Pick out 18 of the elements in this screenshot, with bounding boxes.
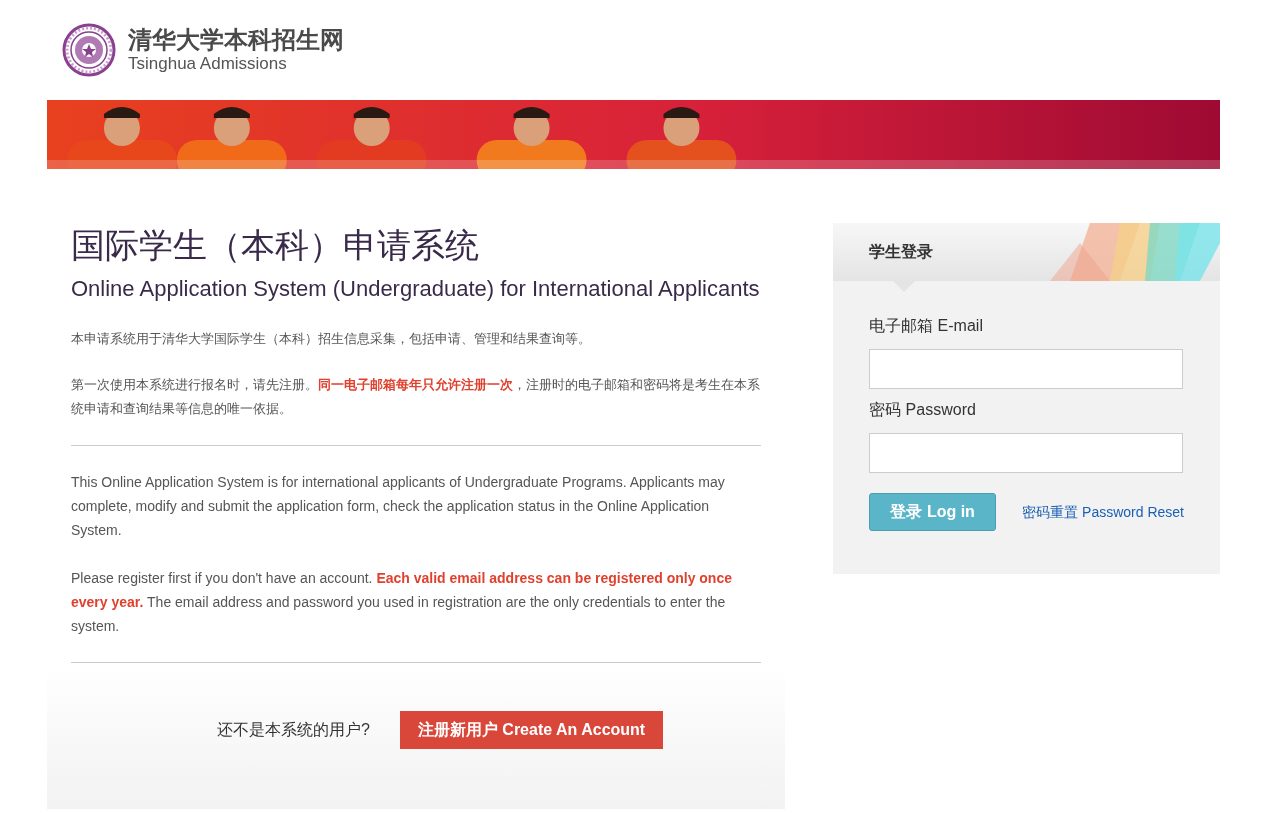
- intro-paragraph: 本申请系统用于清华大学国际学生（本科）招生信息采集，包括申请、管理和结果查询等。: [71, 330, 592, 348]
- create-account-button[interactable]: 注册新用户 Create An Account: [399, 711, 664, 749]
- intro-paragraph: This Online Application System is for international applicants of Undergraduate Programs. Applicants may complete, modify and submit the application form, check the application status in the Online Application System.: [71, 473, 726, 540]
- password-field[interactable]: [869, 433, 1184, 473]
- university-seal-icon: [62, 23, 116, 77]
- email-field[interactable]: [869, 349, 1184, 389]
- page-subtitle: Online Application System (Undergraduate) for International Applicants: [71, 275, 761, 303]
- register-prompt: 还不是本系统的用户?: [217, 720, 370, 740]
- password-reset-link[interactable]: 密码重置 Password Reset: [1022, 501, 1184, 523]
- password-label: 密码 Password: [869, 400, 977, 420]
- page-title: 国际学生（本科）申请系统: [71, 225, 480, 266]
- email-label: 电子邮箱 E-mail: [869, 316, 984, 336]
- login-button[interactable]: 登录 Log in: [869, 493, 997, 531]
- login-title: 学生登录: [869, 242, 934, 262]
- site-title: 清华大学本科招生网: [128, 26, 344, 54]
- site-subtitle: Tsinghua Admissions: [128, 54, 288, 74]
- intro-paragraph: 第一次使用本系统进行报名时，请先注册。同一电子邮箱每年只允许注册一次，注册时的电子邮箱和密码将是考生在本系统申请和查询结果等信息的唯一依据。: [71, 376, 761, 418]
- intro-paragraph: Please register first if you don't have an account. Each valid email address can be registered only once every year. The email address and password you used in registration are the only credentials to enter the system.: [71, 569, 733, 636]
